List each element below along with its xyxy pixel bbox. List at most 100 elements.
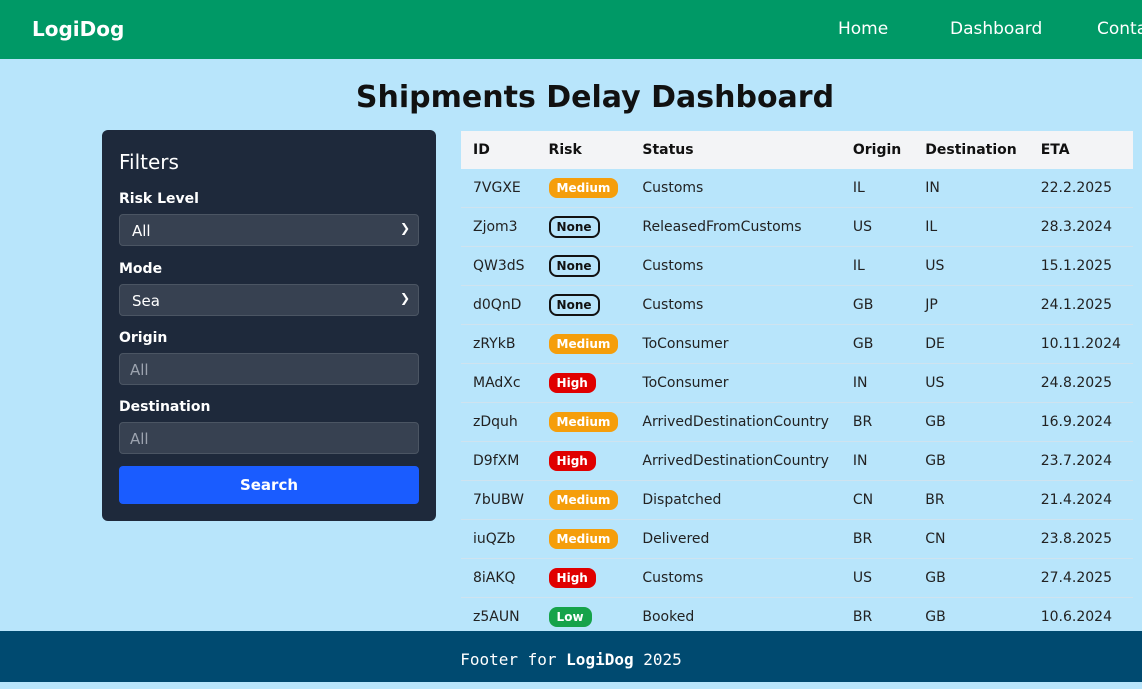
cell-origin: IN [840, 441, 914, 481]
cell-id: MAdXc [461, 363, 537, 403]
risk-badge: Medium [548, 178, 619, 198]
cell-destination: US [913, 246, 1029, 286]
chevron-down-icon: ❯ [399, 221, 410, 235]
table-row[interactable]: d0QnD None Customs GB JP 24.1.2025 [461, 285, 1133, 325]
risk-badge: None [548, 294, 600, 316]
cell-risk: High [536, 441, 631, 481]
col-header-origin[interactable]: Origin [840, 131, 914, 169]
cell-id: 7bUBW [461, 480, 537, 520]
cell-status: ReleasedFromCustoms [630, 207, 841, 247]
cell-id: 8iAKQ [461, 558, 537, 598]
cell-id: Zjom3 [461, 207, 537, 247]
mode-label: Mode [119, 261, 163, 277]
brand-logo[interactable]: LogiDog [32, 17, 124, 41]
risk-badge: High [548, 568, 596, 588]
col-header-risk[interactable]: Risk [536, 131, 631, 169]
cell-risk: None [536, 207, 631, 247]
cell-destination: IL [913, 207, 1029, 247]
col-header-id[interactable]: ID [461, 131, 537, 169]
cell-risk: Medium [536, 169, 631, 208]
cell-status: Customs [630, 558, 841, 598]
cell-destination: GB [913, 402, 1029, 442]
footer-year: 2025 [633, 650, 682, 669]
nav-link-dashboard[interactable]: Dashboard [950, 19, 1042, 39]
cell-origin: US [840, 207, 914, 247]
chevron-down-icon: ❯ [399, 291, 410, 305]
mode-select[interactable]: Sea ❯ [119, 284, 419, 316]
cell-destination: IN [913, 169, 1029, 208]
cell-risk: Medium [536, 324, 631, 364]
table-row[interactable]: D9fXM High ArrivedDestinationCountry IN GB 23… [461, 441, 1133, 481]
cell-status: Dispatched [630, 480, 841, 520]
cell-destination: GB [913, 558, 1029, 598]
cell-status: ArrivedDestinationCountry [630, 441, 841, 481]
cell-risk: None [536, 285, 631, 325]
cell-eta: 15.1.2025 [1028, 246, 1133, 286]
cell-id: D9fXM [461, 441, 537, 481]
risk-badge: None [548, 216, 600, 238]
cell-destination: DE [913, 324, 1029, 364]
cell-status: Customs [630, 246, 841, 286]
risk-badge: Medium [548, 334, 619, 354]
table-row[interactable]: QW3dS None Customs IL US 15.1.2025 [461, 246, 1133, 286]
risk-badge: High [548, 373, 596, 393]
col-header-destination[interactable]: Destination [913, 131, 1029, 169]
cell-risk: Medium [536, 519, 631, 559]
cell-id: 7VGXE [461, 169, 537, 208]
cell-eta: 24.1.2025 [1028, 285, 1133, 325]
table-row[interactable]: zDquh Medium ArrivedDestinationCountry BR GB… [461, 402, 1133, 442]
cell-status: Delivered [630, 519, 841, 559]
risk-badge: Medium [548, 529, 619, 549]
cell-id: QW3dS [461, 246, 537, 286]
risk-badge: Medium [548, 490, 619, 510]
risk-badge: None [548, 255, 600, 277]
table-row[interactable]: zRYkB Medium ToConsumer GB DE 10.11.2024 [461, 324, 1133, 364]
table-row[interactable]: 7bUBW Medium Dispatched CN BR 21.4.2024 [461, 480, 1133, 520]
table-row[interactable]: 7VGXE Medium Customs IL IN 22.2.2025 [461, 169, 1133, 208]
risk-level-select[interactable]: All ❯ [119, 214, 419, 246]
nav-link-contact[interactable]: Contact [1097, 19, 1142, 39]
risk-badge: Medium [548, 412, 619, 432]
cell-destination: US [913, 363, 1029, 403]
origin-label: Origin [119, 330, 168, 346]
cell-eta: 28.3.2024 [1028, 207, 1133, 247]
filters-panel: Filters Risk Level All ❯ Mode Sea ❯ Orig… [102, 130, 436, 521]
cell-destination: JP [913, 285, 1029, 325]
table-row[interactable]: iuQZb Medium Delivered BR CN 23.8.2025 [461, 519, 1133, 559]
cell-status: ToConsumer [630, 363, 841, 403]
destination-input[interactable]: All [119, 422, 419, 454]
origin-input[interactable]: All [119, 353, 419, 385]
cell-id: iuQZb [461, 519, 537, 559]
cell-status: Customs [630, 169, 841, 208]
filters-heading: Filters [119, 150, 179, 174]
cell-id: zRYkB [461, 324, 537, 364]
footer: Footer for LogiDog 2025 [0, 631, 1142, 682]
nav-link-home[interactable]: Home [838, 19, 888, 39]
risk-badge: Low [548, 607, 592, 627]
destination-label: Destination [119, 399, 211, 415]
search-button[interactable]: Search [119, 466, 419, 504]
table-row[interactable]: 8iAKQ High Customs US GB 27.4.2025 [461, 558, 1133, 598]
cell-origin: IN [840, 363, 914, 403]
cell-eta: 23.7.2024 [1028, 441, 1133, 481]
cell-status: ToConsumer [630, 324, 841, 364]
table-row[interactable]: Zjom3 None ReleasedFromCustoms US IL 28.3.202… [461, 207, 1133, 247]
cell-eta: 27.4.2025 [1028, 558, 1133, 598]
cell-origin: IL [840, 169, 914, 208]
col-header-status[interactable]: Status [630, 131, 841, 169]
cell-eta: 21.4.2024 [1028, 480, 1133, 520]
cell-risk: Medium [536, 402, 631, 442]
cell-origin: US [840, 558, 914, 598]
cell-destination: GB [913, 441, 1029, 481]
cell-destination: BR [913, 480, 1029, 520]
table-header-row: ID Risk Status Origin Destination ETA [461, 131, 1133, 169]
risk-level-value: All [132, 222, 151, 240]
cell-eta: 22.2.2025 [1028, 169, 1133, 208]
cell-origin: BR [840, 519, 914, 559]
table-body: 7VGXE Medium Customs IL IN 22.2.2025 Zjom3 None… [461, 169, 1133, 637]
col-header-eta[interactable]: ETA [1028, 131, 1133, 169]
cell-eta: 16.9.2024 [1028, 402, 1133, 442]
table-row[interactable]: MAdXc High ToConsumer IN US 24.8.2025 [461, 363, 1133, 403]
top-navbar: LogiDog Home Dashboard Contact [0, 0, 1142, 59]
footer-prefix: Footer for [460, 650, 567, 669]
